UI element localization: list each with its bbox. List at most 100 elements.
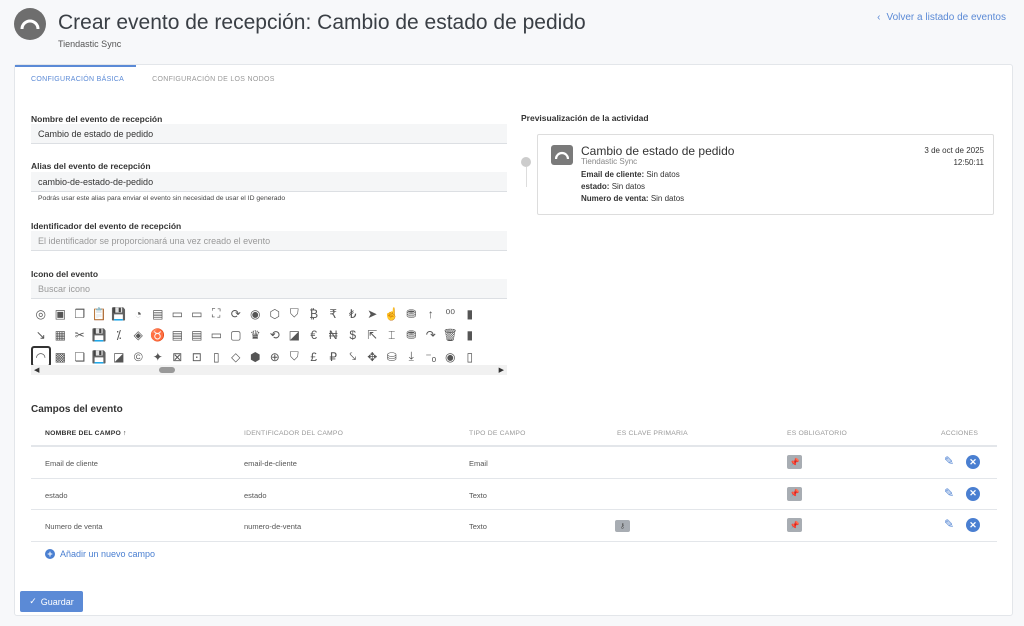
icon-option[interactable]: ₺	[343, 303, 363, 324]
fields-section-title: Campos del evento	[31, 404, 123, 415]
table-row: estado estado Texto 📌 ✎ ✕	[31, 479, 997, 510]
icon-option[interactable]: £	[304, 346, 324, 367]
icon-option[interactable]: ▤	[187, 325, 207, 346]
icon-option[interactable]: ◠	[31, 346, 51, 367]
icon-option[interactable]: ⁻ₒ	[421, 346, 441, 367]
back-to-list-link[interactable]: ‹ Volver a listado de eventos	[877, 12, 1006, 23]
icon-option[interactable]: ▮	[460, 325, 480, 346]
icon-option[interactable]: ▦	[51, 325, 71, 346]
icon-option[interactable]: ◪	[109, 346, 129, 367]
icon-option[interactable]: ▤	[168, 325, 188, 346]
icon-option[interactable]: ◔	[129, 303, 149, 324]
icon-option[interactable]: ⟲	[265, 325, 285, 346]
icon-search-input[interactable]: Buscar icono	[31, 279, 507, 299]
icon-option[interactable]: ♛	[246, 325, 266, 346]
scroll-left-icon[interactable]: ◀	[34, 366, 39, 374]
icon-option[interactable]: ✂	[70, 325, 90, 346]
icon-option[interactable]: 💾	[90, 325, 110, 346]
icon-option[interactable]: ▭	[187, 303, 207, 324]
tab-basic-config[interactable]: Configuración básica	[15, 65, 137, 93]
icon-option[interactable]: ⤥	[343, 346, 363, 367]
icon-option[interactable]: ➤	[363, 303, 383, 324]
icon-option[interactable]: $	[343, 325, 363, 346]
icon-option[interactable]: 📋	[90, 303, 110, 324]
icon-option[interactable]: ⌶	[382, 325, 402, 346]
icon-option[interactable]: ❏	[70, 346, 90, 367]
id-input[interactable]: El identificador se proporcionará una ve…	[31, 231, 507, 251]
icon-option[interactable]: ◪	[285, 325, 305, 346]
edit-icon[interactable]: ✎	[944, 486, 958, 500]
icon-option[interactable]: ✥	[363, 346, 383, 367]
icon-option[interactable]: ⁒	[109, 325, 129, 346]
pin-icon: 📌	[787, 518, 802, 532]
col-required[interactable]: Es obligatorio	[787, 430, 847, 437]
name-input[interactable]: Cambio de estado de pedido	[31, 124, 507, 144]
icon-option[interactable]: ✦	[148, 346, 168, 367]
delete-icon[interactable]: ✕	[966, 455, 980, 469]
icon-option[interactable]: ₦	[324, 325, 344, 346]
icon-option[interactable]: 💾	[90, 346, 110, 367]
cell-field-type: Email	[469, 459, 488, 468]
icon-option[interactable]: ◎	[31, 303, 51, 324]
icon-option[interactable]: ↘	[31, 325, 51, 346]
activity-preview-card: Cambio de estado de pedido Tiendastic Sy…	[537, 134, 994, 215]
icon-option[interactable]: ◇	[226, 346, 246, 367]
icon-option[interactable]: ⊠	[168, 346, 188, 367]
alias-input[interactable]: cambio-de-estado-de-pedido	[31, 172, 507, 192]
icon-option[interactable]: ⛉	[285, 346, 305, 367]
icon-option[interactable]: ⛃	[402, 325, 422, 346]
icon-option[interactable]: ⛶	[207, 303, 227, 324]
icon-option[interactable]: ◈	[129, 325, 149, 346]
tab-nodes-config[interactable]: Configuración de los nodos	[136, 65, 287, 93]
icon-option[interactable]: ⛁	[382, 346, 402, 367]
icon-option[interactable]: ⬢	[246, 346, 266, 367]
icon-option[interactable]: ⤓	[402, 346, 422, 367]
icon-option[interactable]: ⬡	[265, 303, 285, 324]
col-field-name[interactable]: Nombre del campo ↑	[45, 430, 127, 437]
icon-option[interactable]: ⛉	[285, 303, 305, 324]
icon-option[interactable]: ◉	[441, 346, 461, 367]
add-field-button[interactable]: + Añadir un nuevo campo	[45, 549, 155, 559]
icon-option[interactable]: ▣	[51, 303, 71, 324]
id-label: Identificador del evento de recepción	[31, 221, 182, 231]
icon-option[interactable]: ↷	[421, 325, 441, 346]
icon-option[interactable]: ▯	[460, 346, 480, 367]
save-button[interactable]: ✓ Guardar	[20, 591, 83, 612]
icon-option[interactable]: ▯	[207, 346, 227, 367]
icon-option[interactable]: ₽	[324, 346, 344, 367]
icon-option[interactable]: ◉	[246, 303, 266, 324]
icon-option[interactable]: ₹	[324, 303, 344, 324]
icon-row: ◠ ▩ ❏ 💾 ◪ © ✦ ⊠ ⊡ ▯ ◇ ⬢ ⊕ ⛉ £ ₽ ⤥ ✥ ⛁ ⤓ ⁻ₒ ◉ ▯	[31, 346, 507, 367]
icon-option[interactable]: €	[304, 325, 324, 346]
scroll-right-icon[interactable]: ▶	[499, 366, 504, 374]
icon-option[interactable]: ⇱	[363, 325, 383, 346]
icon-option[interactable]: ▭	[207, 325, 227, 346]
icon-option[interactable]: ⊡	[187, 346, 207, 367]
col-primary-key[interactable]: Es clave primaria	[617, 430, 688, 437]
icon-picker-scrollbar[interactable]: ◀ ▶	[31, 365, 507, 375]
icon-option[interactable]: ⛃	[402, 303, 422, 324]
icon-option[interactable]: ▭	[168, 303, 188, 324]
col-field-identifier[interactable]: Identificador del campo	[244, 430, 343, 437]
icon-option[interactable]: ₿	[304, 303, 324, 324]
icon-option[interactable]: ♉	[148, 325, 168, 346]
icon-option[interactable]: ⟳	[226, 303, 246, 324]
delete-icon[interactable]: ✕	[966, 486, 980, 501]
icon-option[interactable]: ▤	[148, 303, 168, 324]
icon-option[interactable]: ⁰⁰	[441, 303, 461, 324]
icon-option[interactable]: ▮	[460, 303, 480, 324]
icon-option[interactable]: ↑	[421, 303, 441, 324]
icon-option[interactable]: ▢	[226, 325, 246, 346]
delete-icon[interactable]: ✕	[966, 518, 980, 532]
col-field-type[interactable]: Tipo de campo	[469, 430, 526, 437]
edit-icon[interactable]: ✎	[944, 517, 958, 531]
icon-option[interactable]: ❐	[70, 303, 90, 324]
icon-option[interactable]: ☝	[382, 303, 402, 324]
icon-option[interactable]: ⊕	[265, 346, 285, 367]
icon-option[interactable]: ©	[129, 346, 149, 367]
icon-option[interactable]: 🗑	[441, 325, 461, 346]
icon-option[interactable]: 💾	[109, 303, 129, 324]
icon-option[interactable]: ▩	[51, 346, 71, 367]
edit-icon[interactable]: ✎	[944, 454, 958, 468]
scroll-thumb[interactable]	[159, 367, 175, 373]
